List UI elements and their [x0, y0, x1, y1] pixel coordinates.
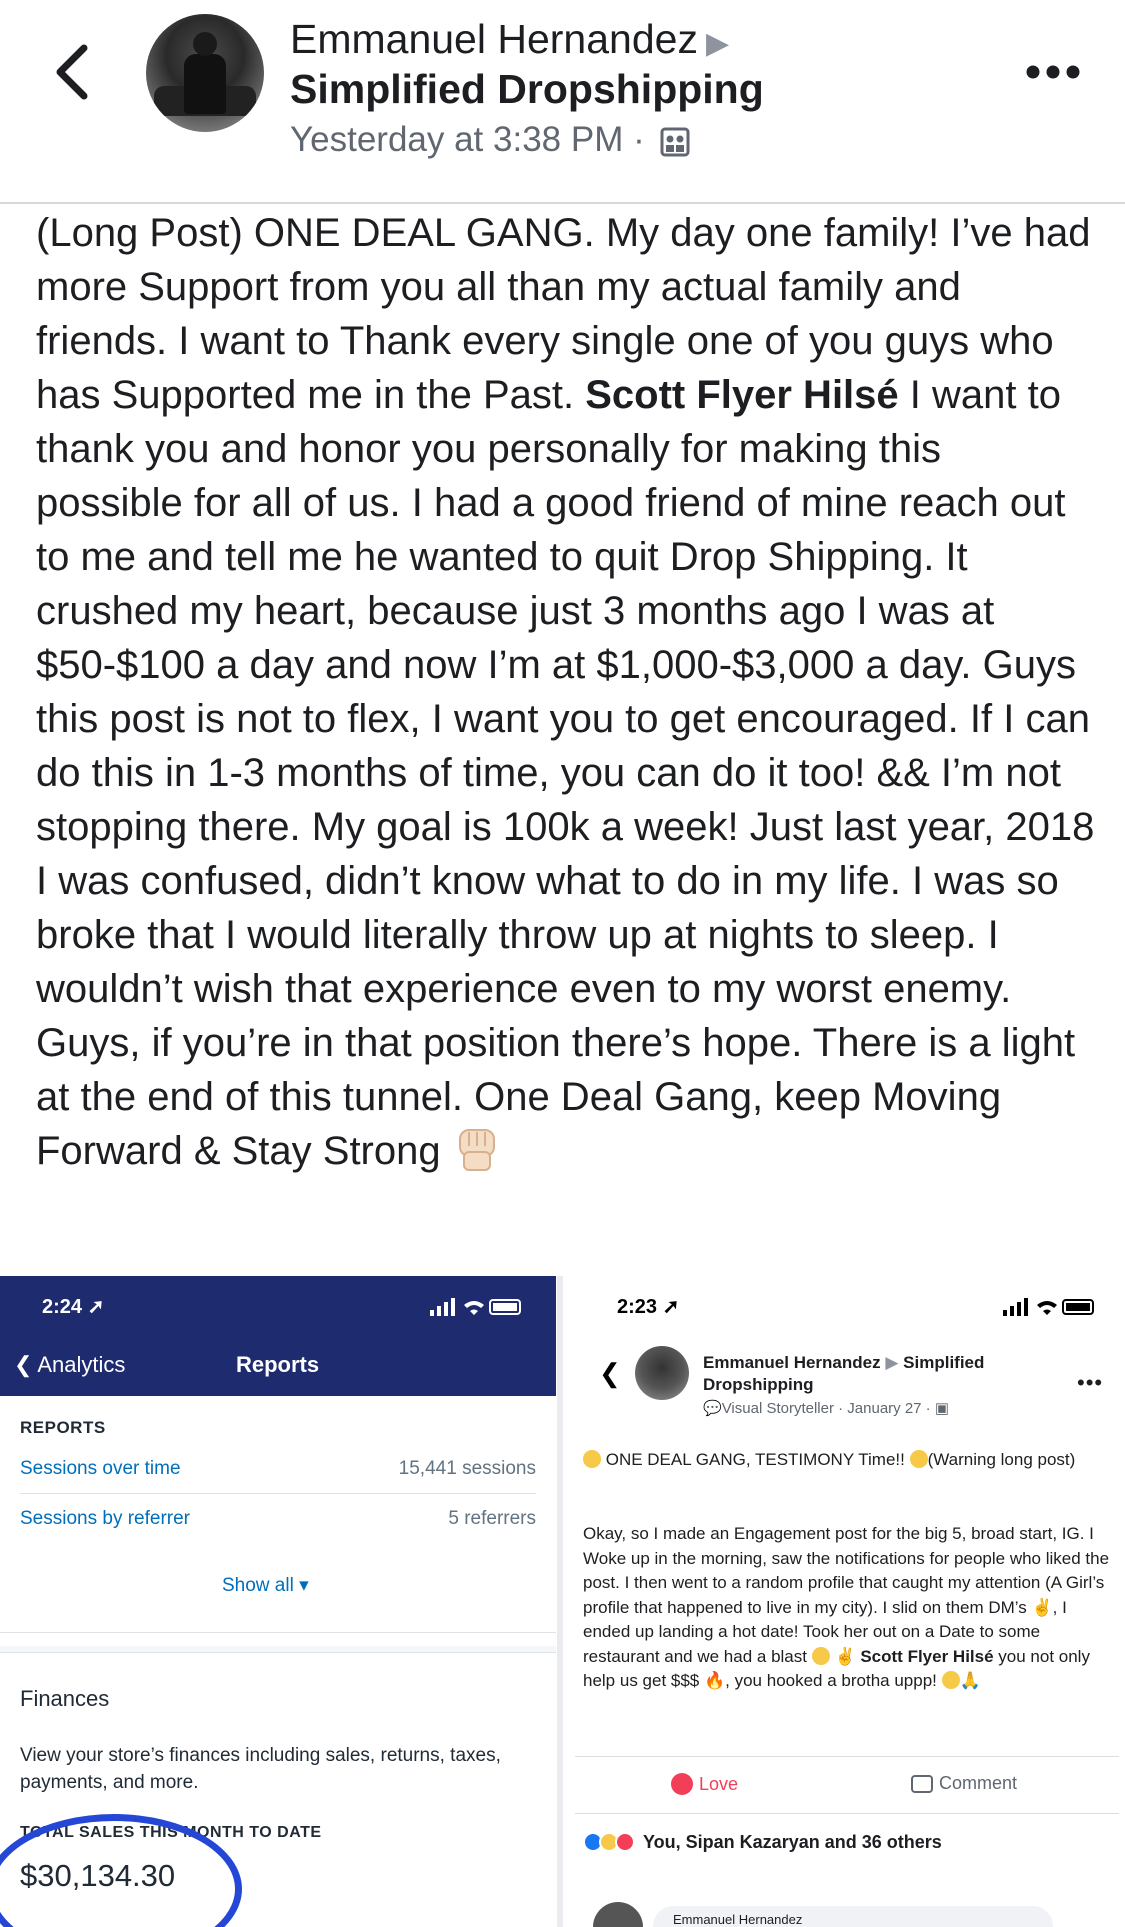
- back-arrow-icon[interactable]: [48, 42, 96, 102]
- location-icon: ➚: [87, 1296, 105, 1318]
- post-header: Emmanuel Hernandez ▶ Simplified Dropshipp…: [0, 0, 1125, 204]
- author-name[interactable]: Emmanuel Hernandez: [290, 16, 698, 62]
- fire-icon: 🔥: [703, 1671, 726, 1690]
- author-avatar[interactable]: [635, 1346, 689, 1400]
- report-row-label[interactable]: Sessions over time: [20, 1458, 181, 1480]
- comment-button[interactable]: Comment: [911, 1773, 1017, 1794]
- post-body: Okay, so I made an Engagement post for t…: [583, 1524, 1110, 1690]
- finances-heading: Finances: [20, 1686, 110, 1711]
- more-options-icon[interactable]: [1026, 64, 1080, 80]
- post-timestamp[interactable]: Yesterday at 3:38 PM ·: [290, 118, 690, 162]
- group-privacy-icon: ▣: [934, 1400, 950, 1417]
- facebook-screenshot: 2:23 ➚ ❮ Emmanuel Hernandez ▶ Simplified…: [557, 1276, 1125, 1927]
- status-icons: [430, 1298, 521, 1316]
- post-meta: 💬Visual Storyteller · January 27 · ▣: [703, 1400, 950, 1417]
- mention-link[interactable]: Scott Flyer Hilsé: [585, 373, 898, 417]
- love-icon: [671, 1773, 693, 1795]
- mention-link[interactable]: Scott Flyer Hilsé: [860, 1647, 993, 1666]
- peace-hand-icon: ✌: [834, 1646, 856, 1666]
- reports-heading: REPORTS: [20, 1418, 106, 1437]
- love-reaction-icon: [615, 1832, 635, 1852]
- show-all-button[interactable]: Show all ▾: [222, 1574, 309, 1597]
- report-row-label[interactable]: Sessions by referrer: [20, 1508, 190, 1530]
- author-name[interactable]: Emmanuel Hernandez: [703, 1353, 881, 1372]
- group-privacy-icon: [660, 127, 690, 157]
- location-icon: ➚: [662, 1296, 680, 1318]
- status-time: 2:24 ➚: [42, 1296, 105, 1318]
- report-row[interactable]: Sessions over time 15,441 sessions: [20, 1446, 536, 1494]
- shopify-screenshot: 2:24 ➚ ❮ Analytics Reports REPORTS Sessi…: [0, 1276, 556, 1927]
- peace-hand-icon: ✌: [1031, 1597, 1053, 1617]
- status-time: 2:23 ➚: [617, 1296, 680, 1318]
- author-avatar[interactable]: [146, 14, 264, 132]
- commenter-name: Emmanuel Hernandez: [673, 1912, 803, 1927]
- report-row-value: 15,441 sessions: [398, 1458, 536, 1479]
- badge-icon: 💬: [703, 1400, 722, 1417]
- author-line: Emmanuel Hernandez ▶: [290, 14, 729, 69]
- post-title: ONE DEAL GANG, TESTIMONY Time!! (Warning…: [583, 1448, 1111, 1472]
- laughing-face-icon: [941, 1671, 960, 1689]
- report-row-value: 5 referrers: [448, 1508, 536, 1529]
- author-line: Emmanuel Hernandez ▶ Simplified Dropship…: [703, 1352, 1063, 1396]
- report-row[interactable]: Sessions by referrer 5 referrers: [20, 1496, 536, 1544]
- post-actions: Love Comment: [575, 1756, 1119, 1814]
- post-text-2: I want to thank you and honor you person…: [36, 373, 1095, 1173]
- reports-title: Reports: [236, 1352, 320, 1377]
- arrow-icon: ▶: [705, 27, 730, 60]
- more-options-icon[interactable]: •••: [1077, 1370, 1103, 1396]
- heart-eyes-icon: [811, 1646, 830, 1665]
- timestamp-text: Yesterday at 3:38 PM ·: [290, 120, 645, 159]
- commenter-avatar[interactable]: [593, 1902, 643, 1927]
- praying-hands-icon: 🙏: [959, 1671, 981, 1690]
- group-name[interactable]: Simplified Dropshipping: [290, 64, 764, 114]
- comment-bubble: Emmanuel Hernandez: [653, 1906, 1053, 1927]
- love-button[interactable]: Love: [671, 1773, 738, 1795]
- reactions-summary[interactable]: You, Sipan Kazaryan and 36 others: [583, 1832, 942, 1853]
- post-body: (Long Post) ONE DEAL GANG. My day one fa…: [36, 206, 1096, 1178]
- analytics-back-link[interactable]: ❮ Analytics: [14, 1352, 125, 1378]
- grinning-face-icon: [909, 1450, 928, 1468]
- grinning-face-icon: [583, 1450, 601, 1468]
- arrow-icon: ▶: [885, 1353, 899, 1372]
- finances-description: View your store’s finances including sal…: [20, 1745, 501, 1793]
- raised-fist-icon: [458, 1129, 495, 1171]
- status-icons: [1003, 1298, 1094, 1316]
- comment-icon: [911, 1775, 933, 1793]
